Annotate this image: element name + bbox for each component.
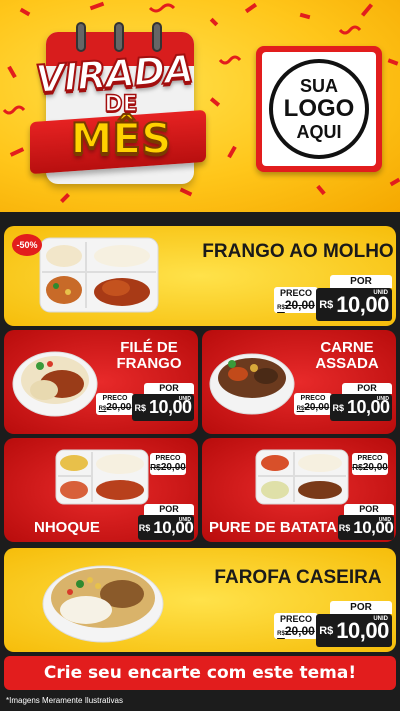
old-price: R$20,00 <box>98 402 132 413</box>
por-label: POR <box>344 504 394 515</box>
preco-label: PRECO <box>155 455 181 462</box>
currency: R$ <box>134 402 146 413</box>
logo-text-3: AQUI <box>296 122 342 142</box>
pure-de-batata-image <box>255 449 349 505</box>
product-name-line1: FILÉ DE <box>120 339 178 356</box>
preco-box: PRECO R$20,00 <box>274 613 318 639</box>
discount-badge: -50% <box>12 234 42 256</box>
preco-box: PRECO R$20,00 <box>274 287 318 313</box>
new-price-box: R$ 10,00 UNID <box>138 515 194 540</box>
currency: R$ <box>138 522 151 533</box>
new-price-box: R$ 10,00 UNID <box>316 288 392 321</box>
old-price: R$20,00 <box>150 462 186 473</box>
old-price: R$20,00 <box>277 624 315 638</box>
frango-ao-molho-image <box>39 237 159 313</box>
unit-label: UNID <box>373 290 388 296</box>
old-price: R$20,00 <box>296 402 330 413</box>
carne-assada-image <box>209 353 295 415</box>
product-name: FILÉ DE FRANGO <box>102 340 196 372</box>
price-tag: POR PRECO R$20,00 R$ 10,00 UNID <box>274 601 392 647</box>
preco-box: PRECO R$20,00 <box>150 453 186 475</box>
logo-circle: SUA LOGO AQUI <box>269 59 369 159</box>
product-name: FRANGO AO MOLHO <box>202 241 394 262</box>
product-name-line1: CARNE <box>320 339 374 356</box>
preco-label: PRECO <box>279 288 312 298</box>
product-card-pure-de-batata: PRECO R$20,00 PURE DE BATATA POR R$ 10,0… <box>202 438 396 542</box>
old-price: R$20,00 <box>352 462 388 473</box>
preco-label: PRECO <box>279 614 312 624</box>
currency: R$ <box>319 624 334 637</box>
price-tag: POR PRECO R$20,00 R$ 10,00 UNID <box>96 383 194 421</box>
product-name: PURE DE BATATA <box>208 519 338 536</box>
product-name: NHOQUE <box>34 519 100 536</box>
title-mes: MÊS <box>70 113 173 164</box>
currency: R$ <box>319 298 334 311</box>
nhoque-image <box>55 449 149 505</box>
preco-box: PRECO R$20,00 <box>96 393 134 415</box>
por-label: POR <box>144 383 194 394</box>
disclaimer-text: *Imagens Meramente Ilustrativas <box>6 696 123 705</box>
por-label: POR <box>330 601 392 614</box>
cta-banner[interactable]: Crie seu encarte com este tema! <box>4 656 396 690</box>
preco-box: PRECO R$20,00 <box>294 393 332 415</box>
product-card-carne-assada: CARNE ASSADA POR PRECO R$20,00 R$ 10,00 … <box>202 330 396 434</box>
unit-label: UNID <box>178 517 191 523</box>
preco-label: PRECO <box>102 395 128 402</box>
product-card-file-de-frango: FILÉ DE FRANGO POR PRECO R$20,00 R$ 10,0… <box>4 330 198 434</box>
old-price: R$20,00 <box>277 298 315 312</box>
farofa-caseira-image <box>42 565 164 643</box>
currency: R$ <box>332 402 344 413</box>
preco-label: PRECO <box>300 395 326 402</box>
por-label: POR <box>144 504 194 515</box>
unit-label: UNID <box>178 396 191 402</box>
logo-placeholder: SUA LOGO AQUI <box>256 46 382 172</box>
logo-text-2: LOGO <box>283 95 355 122</box>
logo-text-1: SUA <box>299 76 338 96</box>
product-name-line2: ASSADA <box>315 354 379 372</box>
new-price-box: R$ 10,00 UNID <box>132 394 194 421</box>
new-price-box: R$ 10,00 UNID <box>338 515 394 540</box>
product-card-nhoque: PRECO R$20,00 POR R$ 10,00 UNID NHOQUE <box>4 438 198 542</box>
preco-label: PRECO <box>357 455 383 462</box>
price-tag: POR PRECO R$20,00 R$ 10,00 UNID <box>294 383 392 421</box>
unit-label: UNID <box>373 616 388 622</box>
unit-label: UNID <box>378 517 391 523</box>
product-card-frango-ao-molho: -50% FRANGO AO MOLHO POR PRECO R$20,00 R… <box>4 226 396 326</box>
product-card-farofa-caseira: FAROFA CASEIRA POR PRECO R$20,00 R$ 10,0… <box>4 548 396 652</box>
product-name: CARNE ASSADA <box>300 340 394 372</box>
product-name: FAROFA CASEIRA <box>214 567 382 588</box>
por-label: POR <box>330 275 392 288</box>
unit-label: UNID <box>376 396 389 402</box>
currency: R$ <box>338 522 351 533</box>
price-tag: POR PRECO R$20,00 R$ 10,00 UNID <box>274 275 392 321</box>
product-name-line2: FRANGO <box>116 354 182 372</box>
file-de-frango-image <box>12 351 98 417</box>
new-price-box: R$ 10,00 UNID <box>330 394 392 421</box>
new-price-box: R$ 10,00 UNID <box>316 614 392 647</box>
header-banner: VIRADA DE MÊS SUA LOGO AQUI <box>0 0 400 212</box>
por-label: POR <box>342 383 392 394</box>
preco-box: PRECO R$20,00 <box>352 453 388 475</box>
